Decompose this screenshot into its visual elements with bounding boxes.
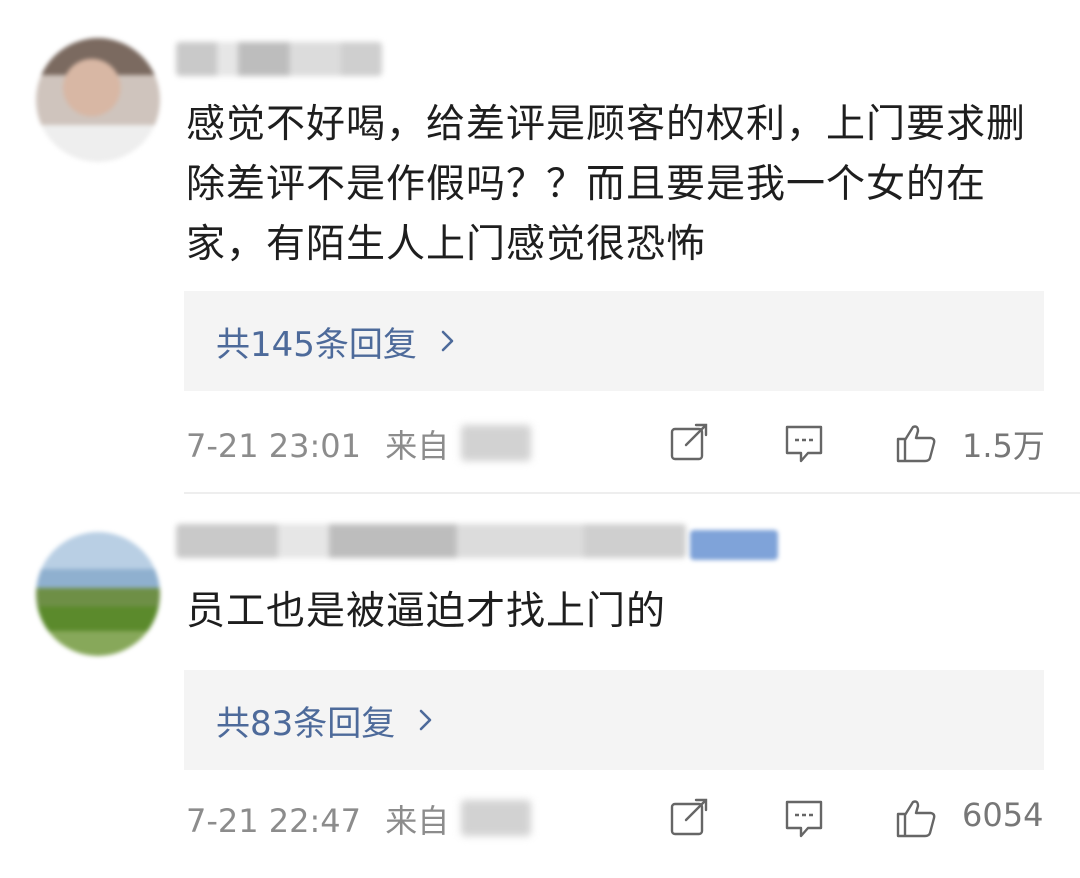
like-count: 1.5万 xyxy=(962,427,1045,465)
location-blurred xyxy=(461,425,531,461)
avatar[interactable] xyxy=(36,38,160,162)
comment-item: 感觉不好喝，给差评是顾客的权利，上门要求删除差评不是作假吗？？而且要是我一个女的… xyxy=(0,0,1080,492)
comment-meta: 7-21 23:01 来自 1.5万 xyxy=(186,413,1046,473)
fan-badge-blurred xyxy=(690,530,778,560)
comment-meta: 7-21 22:47 来自 6054 xyxy=(186,788,1046,848)
avatar[interactable] xyxy=(36,532,160,656)
thumbs-up-icon[interactable] xyxy=(894,421,938,465)
comment-timestamp: 7-21 22:47 xyxy=(186,802,362,840)
thumbs-up-icon[interactable] xyxy=(894,796,938,840)
comment-icon[interactable] xyxy=(782,796,826,840)
source-label: 来自 xyxy=(385,802,450,840)
comment-icon[interactable] xyxy=(782,421,826,465)
comment-text: 感觉不好喝，给差评是顾客的权利，上门要求删除差评不是作假吗？？而且要是我一个女的… xyxy=(186,102,1027,267)
replies-count-label: 共145条回复 xyxy=(216,324,417,365)
username-blurred[interactable] xyxy=(176,42,382,76)
comment-timestamp: 7-21 23:01 xyxy=(186,427,362,465)
username-blurred[interactable] xyxy=(176,524,686,558)
comment-text: 员工也是被逼迫才找上门的 xyxy=(186,589,667,634)
comment-item: 员工也是被逼迫才找上门的 共83条回复 7-21 22:47 来自 6054 xyxy=(0,494,1080,878)
source-label: 来自 xyxy=(385,427,450,465)
view-replies-button[interactable]: 共83条回复 xyxy=(184,670,1044,770)
replies-count-label: 共83条回复 xyxy=(216,703,396,744)
chevron-right-icon xyxy=(441,330,454,352)
like-count: 6054 xyxy=(962,796,1044,834)
share-icon[interactable] xyxy=(668,421,712,465)
share-icon[interactable] xyxy=(668,796,712,840)
view-replies-button[interactable]: 共145条回复 xyxy=(184,291,1044,391)
chevron-right-icon xyxy=(419,709,432,731)
location-blurred xyxy=(461,800,531,836)
